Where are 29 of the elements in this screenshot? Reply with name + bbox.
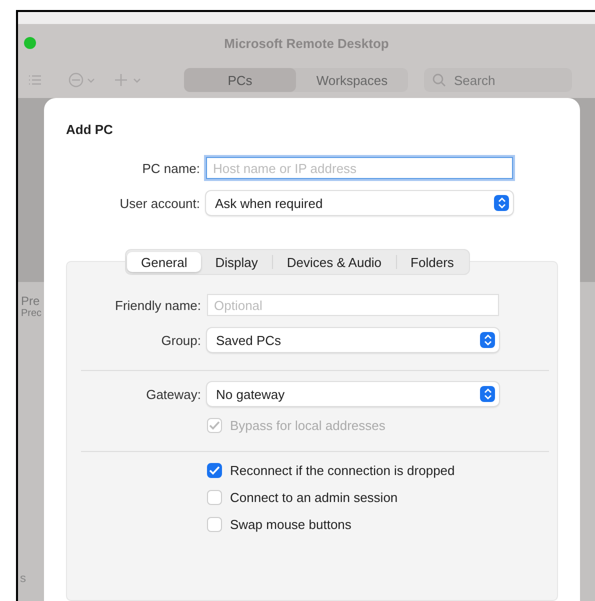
zoom-window-button[interactable] bbox=[24, 37, 36, 49]
field-label: Group: bbox=[160, 332, 201, 348]
stepper-icon bbox=[480, 386, 495, 402]
field-label: User account: bbox=[118, 196, 200, 210]
field-label: Friendly name: bbox=[114, 298, 201, 312]
checkbox[interactable]: Reconnect if the connection is dropped bbox=[207, 463, 499, 478]
field-label: PC name: bbox=[141, 160, 200, 176]
list-icon[interactable] bbox=[28, 74, 42, 86]
settings-tab[interactable]: General bbox=[127, 252, 202, 272]
text-field[interactable]: Host name or IP address bbox=[206, 157, 513, 179]
settings-tab[interactable]: Devices & Audio bbox=[272, 252, 396, 272]
checkbox[interactable]: Connect to an admin session bbox=[207, 490, 499, 505]
popup-button[interactable]: Ask when required bbox=[206, 191, 513, 215]
search-icon bbox=[432, 73, 446, 87]
popup-button[interactable]: No gateway bbox=[207, 382, 499, 406]
dialog-title: Add PC bbox=[66, 122, 114, 137]
settings-tab[interactable]: Folders bbox=[396, 252, 468, 272]
field-label: Gateway: bbox=[145, 386, 201, 402]
stepper-icon bbox=[494, 195, 509, 211]
pc-item-text: Pre bbox=[20, 294, 40, 308]
checkbox[interactable]: Swap mouse buttons bbox=[207, 517, 499, 532]
stepper-icon bbox=[480, 332, 495, 348]
popup-button[interactable]: Saved PCs bbox=[207, 328, 499, 352]
settings-tab[interactable]: Display bbox=[201, 252, 272, 272]
footer-text: s bbox=[19, 571, 26, 585]
checkmark-icon bbox=[209, 466, 220, 475]
pc-item-text: Prec bbox=[20, 308, 42, 319]
checkmark-icon bbox=[209, 421, 220, 430]
window-title: Microsoft Remote Desktop bbox=[224, 36, 389, 50]
